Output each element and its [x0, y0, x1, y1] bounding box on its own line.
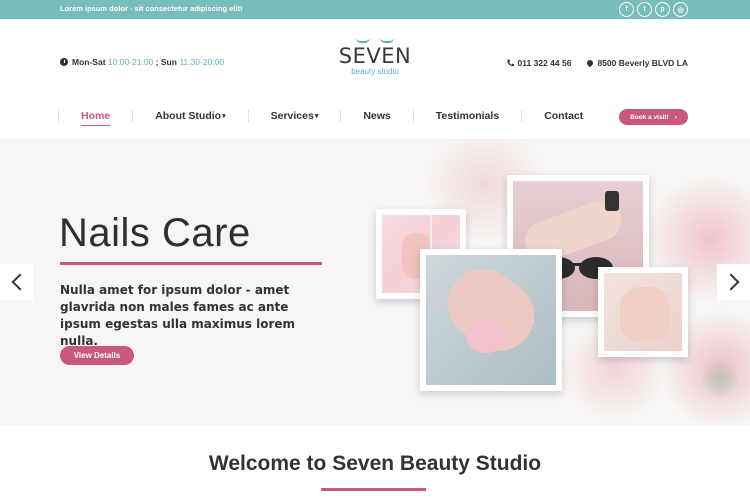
hours-value-sunday: 11:30-20:00	[179, 57, 225, 67]
hours-label-weekdays: Mon-Sat	[72, 57, 106, 67]
chevron-down-icon: ▾	[222, 113, 226, 120]
view-details-button[interactable]: View Details	[60, 346, 134, 365]
nav-divider	[132, 110, 134, 122]
contact-info: 011 322 44 56 8500 Beverly BLVD LA	[507, 58, 688, 68]
nav-services-label: Services	[270, 110, 314, 122]
phone-number[interactable]: 011 322 44 56	[518, 58, 572, 68]
hero-description: Nulla amet for ipsum dolor - amet glavri…	[60, 283, 296, 348]
main-nav: Home About Studio ▾ Services ▾ News Testim…	[58, 106, 583, 126]
nav-news[interactable]: News	[363, 106, 390, 126]
chevron-down-icon: ▾	[314, 113, 319, 120]
nav-about-studio[interactable]: About Studio ▾	[155, 106, 225, 126]
opening-hours: Mon-Sat 10:00-21:00 ; Sun 11:30-20:00	[60, 57, 224, 67]
slider-next-button[interactable]	[717, 264, 750, 300]
instagram-icon[interactable]: ◎	[673, 2, 688, 17]
hours-label-sunday: Sun	[160, 57, 177, 67]
hero-underline	[60, 262, 322, 265]
nav-divider	[412, 110, 414, 122]
nav-divider	[340, 110, 342, 122]
welcome-heading: Welcome to Seven Beauty Studio	[208, 452, 542, 475]
logo-title: SEVEN	[338, 44, 412, 68]
location-pin-icon	[586, 58, 595, 68]
slider-prev-button[interactable]	[0, 264, 33, 300]
top-bar: Lorem ipsum dolor - sit consectetur adip…	[0, 0, 750, 19]
site-logo[interactable]: SEVEN beauty studio	[335, 38, 415, 76]
twitter-icon[interactable]: t	[637, 2, 652, 17]
topbar-tagline: Lorem ipsum dolor - sit consectetur adip…	[60, 4, 243, 13]
nav-divider	[521, 110, 523, 122]
hours-separator: ;	[155, 57, 159, 67]
book-visit-label: Book a visit!	[630, 113, 669, 121]
flower-decoration	[700, 359, 740, 399]
chevron-right-icon	[722, 273, 739, 291]
logo-subtitle: beauty studio	[351, 67, 399, 76]
social-links: f t p ◎	[619, 2, 688, 17]
nav-divider	[58, 110, 59, 122]
facebook-icon[interactable]: f	[619, 2, 634, 17]
chevron-left-icon	[11, 273, 28, 291]
hero-slider: Nails Care Nulla amet for ipsum dolor - …	[0, 139, 750, 426]
address: 8500 Beverly BLVD LA	[597, 58, 688, 68]
nav-divider	[247, 110, 249, 122]
welcome-underline	[321, 488, 426, 491]
nav-about-label: About Studio	[155, 110, 222, 122]
clock-icon	[60, 58, 68, 66]
chevron-right-icon: ›	[674, 113, 677, 121]
nav-testimonials[interactable]: Testimonials	[436, 106, 499, 126]
pinterest-icon[interactable]: p	[655, 2, 670, 17]
nav-contact[interactable]: Contact	[544, 106, 583, 126]
photo-nails-flower	[420, 249, 562, 391]
nav-home[interactable]: Home	[81, 106, 111, 126]
photo-nails-hand	[598, 267, 688, 357]
hours-value-weekdays: 10:00-21:00	[107, 57, 154, 67]
phone-icon	[507, 59, 514, 67]
book-visit-button[interactable]: Book a visit! ›	[619, 109, 688, 125]
nav-services[interactable]: Services ▾	[271, 106, 319, 126]
hero-title: Nails Care	[59, 211, 251, 255]
